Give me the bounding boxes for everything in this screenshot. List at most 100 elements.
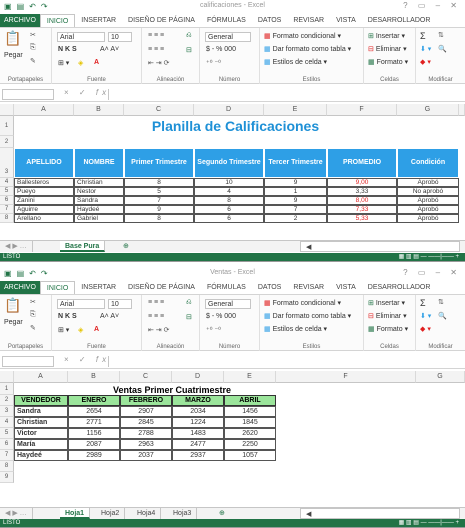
- sales-value-cell[interactable]: 2087: [68, 439, 120, 450]
- condicion-cell[interactable]: No aprobó: [397, 187, 459, 196]
- vendedor-cell[interactable]: María: [14, 439, 68, 450]
- select-all-corner[interactable]: [0, 371, 14, 383]
- row-header[interactable]: 8: [0, 214, 14, 223]
- copy-icon[interactable]: ⎘: [30, 44, 36, 52]
- paste-button[interactable]: Pegar: [4, 319, 23, 326]
- sales-value-cell[interactable]: 2771: [68, 417, 120, 428]
- promedio-cell[interactable]: 3,33: [327, 187, 397, 196]
- row-header[interactable]: 7: [0, 205, 14, 214]
- col-header-g[interactable]: G: [397, 104, 459, 116]
- borders-icon[interactable]: ⊞ ▾: [58, 326, 69, 334]
- conditional-format-button[interactable]: ▦ Formato condicional ▾: [264, 299, 341, 307]
- col-header-a[interactable]: A: [14, 104, 74, 116]
- sales-value-cell[interactable]: 2620: [224, 428, 276, 439]
- col-header-d[interactable]: D: [172, 371, 224, 383]
- horizontal-scrollbar[interactable]: ◀: [300, 508, 460, 519]
- add-sheet-button[interactable]: ⊕: [214, 508, 230, 519]
- cancel-enter-icons[interactable]: × ✓: [64, 355, 90, 364]
- tab-datos[interactable]: DATOS: [252, 281, 287, 294]
- sales-value-cell[interactable]: 2037: [120, 450, 172, 461]
- row-header[interactable]: 4: [0, 417, 14, 428]
- grade-cell[interactable]: 2: [264, 214, 327, 223]
- col-header-e[interactable]: E: [224, 371, 276, 383]
- col-header-g[interactable]: G: [416, 371, 465, 383]
- name-box[interactable]: [2, 89, 54, 100]
- autosum-button[interactable]: Σ: [420, 31, 426, 41]
- nombre-cell[interactable]: Sandra: [74, 196, 124, 205]
- indent-icons[interactable]: ⇤ ⇥ ⟳: [148, 326, 170, 334]
- horizontal-scrollbar[interactable]: ◀: [300, 241, 460, 252]
- sales-value-cell[interactable]: 2937: [172, 450, 224, 461]
- sheet-tab-hoja1[interactable]: Hoja1: [60, 508, 91, 519]
- row-header[interactable]: 2: [0, 395, 14, 406]
- grade-cell[interactable]: 8: [194, 196, 264, 205]
- grade-cell[interactable]: 6: [194, 214, 264, 223]
- fill-icon[interactable]: ⬇ ▾: [420, 312, 431, 320]
- col-header-d[interactable]: D: [194, 104, 264, 116]
- header-cell[interactable]: Condición: [397, 148, 459, 178]
- sheet-tab-hoja2[interactable]: Hoja2: [96, 508, 126, 519]
- grade-cell[interactable]: 9: [264, 178, 327, 187]
- nombre-cell[interactable]: Gabriel: [74, 214, 124, 223]
- formula-input[interactable]: [108, 89, 463, 100]
- format-as-table-button[interactable]: ▦ Dar formato como tabla ▾: [264, 45, 351, 53]
- grade-cell[interactable]: 9: [264, 196, 327, 205]
- header-cell[interactable]: MARZO: [172, 395, 224, 406]
- find-icon[interactable]: 🔍: [438, 312, 447, 320]
- borders-icon[interactable]: ⊞ ▾: [58, 59, 69, 67]
- col-header-f[interactable]: F: [327, 104, 397, 116]
- grade-cell[interactable]: 8: [124, 178, 194, 187]
- vendedor-cell[interactable]: Victor: [14, 428, 68, 439]
- grow-shrink-font-buttons[interactable]: A˄ A˅: [100, 313, 119, 320]
- grade-cell[interactable]: 7: [124, 196, 194, 205]
- sheet-tab-hoja3[interactable]: Hoja3: [168, 508, 198, 519]
- tab-revisar[interactable]: REVISAR: [287, 281, 330, 294]
- copy-icon[interactable]: ⎘: [30, 311, 36, 319]
- sales-value-cell[interactable]: 2963: [120, 439, 172, 450]
- paste-icon[interactable]: 📋: [4, 30, 21, 47]
- header-cell[interactable]: FEBRERO: [120, 395, 172, 406]
- decimal-buttons-icon[interactable]: ⁺⁰ ⁻⁰: [206, 326, 221, 334]
- grade-cell[interactable]: 8: [124, 214, 194, 223]
- promedio-cell[interactable]: 7,33: [327, 205, 397, 214]
- sales-value-cell[interactable]: 1845: [224, 417, 276, 428]
- col-header-a[interactable]: A: [14, 371, 68, 383]
- row-header[interactable]: 4: [0, 178, 14, 187]
- sales-value-cell[interactable]: 1456: [224, 406, 276, 417]
- font-size-select[interactable]: 10: [108, 32, 132, 42]
- conditional-format-button[interactable]: ▦ Formato condicional ▾: [264, 32, 341, 40]
- row-header[interactable]: 6: [0, 196, 14, 205]
- sheet-tab-hoja4[interactable]: Hoja4: [132, 508, 162, 519]
- align-horizontal-icons[interactable]: ≡ ≡ ≡: [148, 46, 164, 53]
- tab-revisar[interactable]: REVISAR: [287, 14, 330, 27]
- row-header[interactable]: 8: [0, 461, 14, 472]
- format-button[interactable]: ▦ Formato ▾: [368, 325, 408, 333]
- header-cell[interactable]: NOMBRE: [74, 148, 124, 178]
- cut-icon[interactable]: ✂: [30, 31, 36, 39]
- tab-vista[interactable]: VISTA: [330, 14, 362, 27]
- sales-value-cell[interactable]: 2654: [68, 406, 120, 417]
- add-sheet-button[interactable]: ⊕: [118, 241, 134, 252]
- grade-cell[interactable]: 9: [124, 205, 194, 214]
- sales-value-cell[interactable]: 1057: [224, 450, 276, 461]
- col-header-f[interactable]: F: [276, 371, 416, 383]
- tab-formulas[interactable]: FÓRMULAS: [201, 14, 252, 27]
- grade-cell[interactable]: 1: [264, 187, 327, 196]
- merge-center-icon[interactable]: ⊟: [186, 46, 192, 54]
- zoom-slider[interactable]: ▦ ▥ ▤ — ——|—— +: [399, 253, 459, 261]
- header-cell[interactable]: Tercer Trimestre: [264, 148, 327, 178]
- sales-value-cell[interactable]: 2788: [120, 428, 172, 439]
- insert-button[interactable]: ⊞ Insertar ▾: [368, 32, 405, 40]
- apellido-cell[interactable]: Arellano: [14, 214, 74, 223]
- sales-value-cell[interactable]: 2477: [172, 439, 224, 450]
- row-header[interactable]: 2: [0, 136, 14, 148]
- sales-value-cell[interactable]: 2250: [224, 439, 276, 450]
- number-format-select[interactable]: General: [205, 32, 251, 42]
- fill-icon[interactable]: ⬇ ▾: [420, 45, 431, 53]
- sales-value-cell[interactable]: 1156: [68, 428, 120, 439]
- font-color-icon[interactable]: A: [94, 326, 99, 333]
- delete-button[interactable]: ⊟ Eliminar ▾: [368, 45, 407, 53]
- clear-icon[interactable]: ◆ ▾: [420, 58, 431, 66]
- tab-insertar[interactable]: INSERTAR: [75, 14, 122, 27]
- nombre-cell[interactable]: Haydeé: [74, 205, 124, 214]
